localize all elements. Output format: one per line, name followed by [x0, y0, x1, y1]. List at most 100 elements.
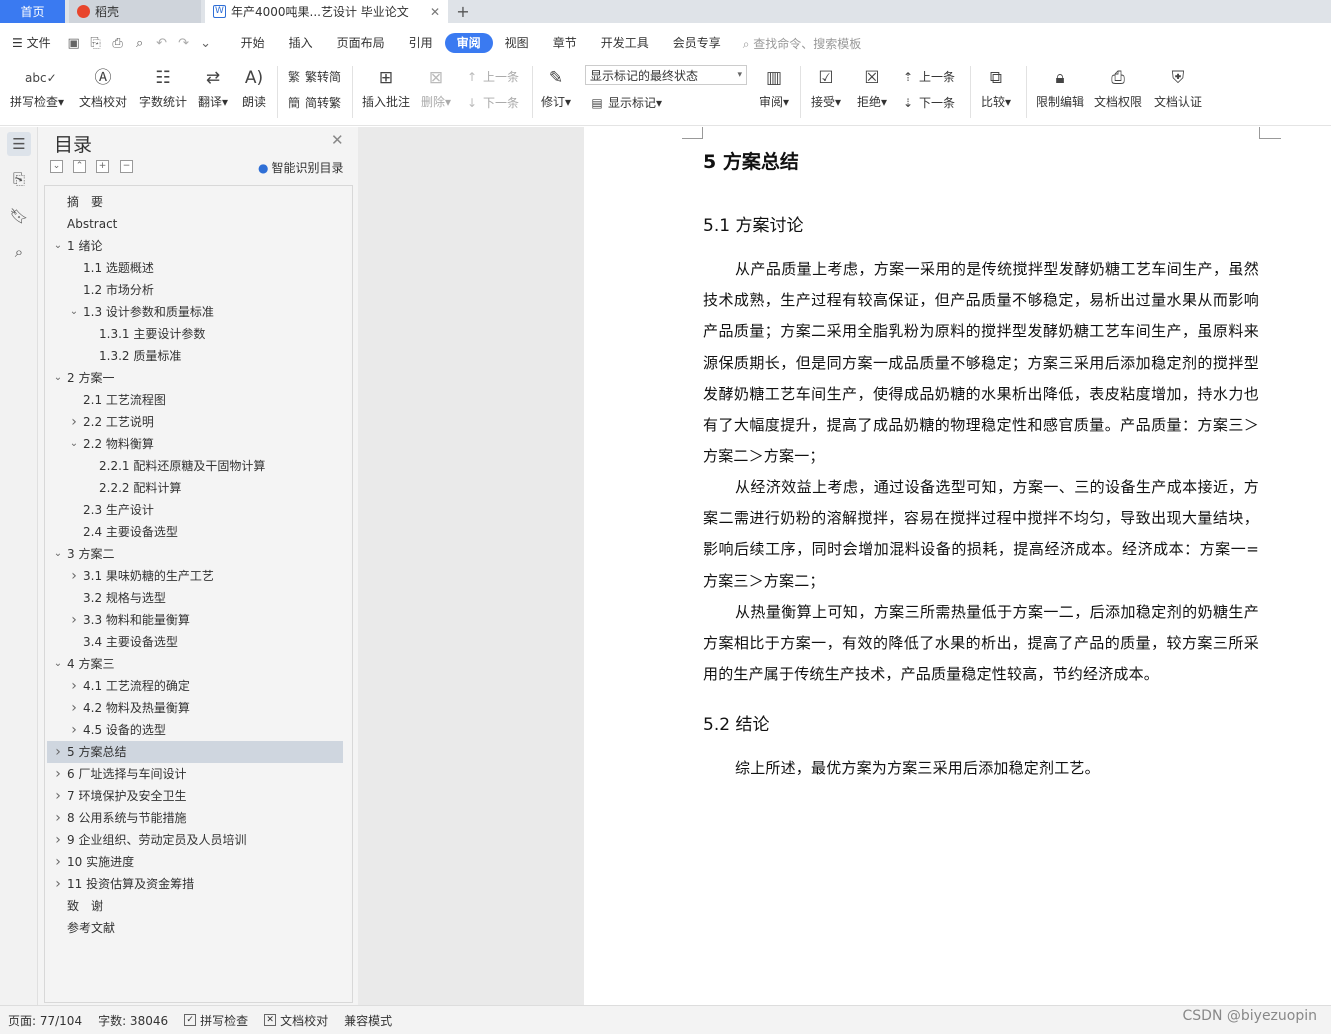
undo-icon[interactable]: ↶: [151, 33, 173, 53]
toc-item[interactable]: › 2.2 工艺说明: [47, 411, 343, 433]
toc-item[interactable]: › 4.2 物料及热量衡算: [47, 697, 343, 719]
menu-tab-view[interactable]: 视图: [493, 33, 541, 53]
chevron-right-icon[interactable]: ›: [68, 719, 80, 741]
menu-tab-member[interactable]: 会员专享: [661, 33, 733, 53]
toc-item[interactable]: 3.2 规格与选型: [47, 587, 343, 609]
review-pane-button[interactable]: ▥ 审阅▾: [756, 66, 792, 110]
toc-item[interactable]: 1.2 市场分析: [47, 279, 343, 301]
chevron-down-icon[interactable]: ⌄: [68, 433, 80, 455]
insert-comment-button[interactable]: ⊞ 插入批注: [360, 66, 412, 110]
tab-daoke[interactable]: 稻壳: [69, 0, 201, 23]
toc-item[interactable]: 1.3.2 质量标准: [47, 345, 343, 367]
menu-tab-developer[interactable]: 开发工具: [589, 33, 661, 53]
chevron-right-icon[interactable]: ›: [68, 609, 80, 631]
toc-item[interactable]: 2.3 生产设计: [47, 499, 343, 521]
toc-item[interactable]: 3.4 主要设备选型: [47, 631, 343, 653]
show-markup-button[interactable]: ▤ 显示标记 ▾: [589, 94, 662, 111]
toc-item[interactable]: › 7 环境保护及安全卫生: [47, 785, 343, 807]
chevron-right-icon[interactable]: ›: [52, 807, 64, 829]
save-icon[interactable]: ▣: [63, 33, 85, 53]
word-count-indicator[interactable]: 字数: 38046: [90, 1012, 176, 1029]
toc-item[interactable]: 2.1 工艺流程图: [47, 389, 343, 411]
document-page[interactable]: 5 方案总结 5.1 方案讨论 从产品质量上考虑，方案一采用的是传统搅拌型发酵奶…: [584, 127, 1331, 1005]
doc-auth-button[interactable]: ⛨ 文档认证: [1150, 66, 1206, 110]
toc-item[interactable]: › 11 投资估算及资金筹措: [47, 873, 343, 895]
toc-item[interactable]: 2.4 主要设备选型: [47, 521, 343, 543]
proofread-button[interactable]: Ⓐ 文档校对: [76, 66, 130, 110]
close-icon[interactable]: ✕: [331, 131, 344, 149]
chevron-right-icon[interactable]: ›: [68, 675, 80, 697]
toc-item[interactable]: ⌄ 4 方案三: [47, 653, 343, 675]
prev-change-button[interactable]: ⇡ 上一条: [900, 68, 955, 85]
command-search[interactable]: ⌕ 查找命令、搜索模板: [743, 35, 862, 52]
toc-nav-icon[interactable]: ☰: [7, 132, 31, 156]
chapter-nav-icon[interactable]: ⎘: [7, 167, 31, 191]
spell-check-status[interactable]: ✓ 拼写检查: [176, 1012, 256, 1029]
track-changes-button[interactable]: ✎ 修订▾: [538, 66, 574, 110]
toc-item[interactable]: Abstract: [47, 213, 343, 235]
chevron-right-icon[interactable]: ›: [52, 763, 64, 785]
restrict-editing-button[interactable]: 🔒︎ 限制编辑: [1034, 66, 1086, 110]
chevron-down-icon[interactable]: ⌄: [52, 235, 64, 257]
menu-tab-layout[interactable]: 页面布局: [325, 33, 397, 53]
markup-mode-select[interactable]: 显示标记的最终状态 ▾: [585, 65, 747, 85]
chevron-right-icon[interactable]: ›: [68, 697, 80, 719]
doc-permission-button[interactable]: ⎙ 文档权限: [1092, 66, 1144, 110]
read-aloud-button[interactable]: A) 朗读: [238, 66, 270, 110]
expand-up-icon[interactable]: ⌃: [73, 160, 86, 173]
toc-item[interactable]: › 4.1 工艺流程的确定: [47, 675, 343, 697]
tab-document[interactable]: W 年产4000吨果...艺设计 毕业论文 ✕: [205, 0, 448, 23]
chevron-right-icon[interactable]: ›: [52, 873, 64, 895]
toc-item[interactable]: 1.3.1 主要设计参数: [47, 323, 343, 345]
toc-item[interactable]: › 9 企业组织、劳动定员及人员培训: [47, 829, 343, 851]
chevron-right-icon[interactable]: ›: [68, 565, 80, 587]
redo-icon[interactable]: ↷: [173, 33, 195, 53]
toc-item[interactable]: ⌄ 2 方案一: [47, 367, 343, 389]
print-preview-icon[interactable]: ⌕: [129, 33, 151, 53]
chevron-down-icon[interactable]: ⌄: [52, 653, 64, 675]
toc-item[interactable]: › 5 方案总结: [47, 741, 343, 763]
prev-comment-button[interactable]: ↑ 上一条: [464, 68, 519, 85]
search-icon[interactable]: ⌕: [7, 240, 31, 264]
toc-item[interactable]: 致 谢: [47, 895, 343, 917]
bookmark-icon[interactable]: 🔖︎: [7, 204, 31, 228]
chevron-down-icon[interactable]: ⌄: [68, 301, 80, 323]
toc-item[interactable]: ⌄ 2.2 物料衡算: [47, 433, 343, 455]
next-comment-button[interactable]: ↓ 下一条: [464, 94, 519, 111]
chevron-down-icon[interactable]: ⌄: [52, 367, 64, 389]
simp-to-trad-button[interactable]: 簡简转繁: [286, 94, 341, 111]
remove-heading-icon[interactable]: −: [120, 160, 133, 173]
chevron-right-icon[interactable]: ›: [52, 851, 64, 873]
toc-item[interactable]: 1.1 选题概述: [47, 257, 343, 279]
toc-item[interactable]: 摘 要: [47, 191, 343, 213]
print-icon[interactable]: ⎙: [107, 33, 129, 53]
chevron-right-icon[interactable]: ›: [52, 785, 64, 807]
toc-item[interactable]: › 3.3 物料和能量衡算: [47, 609, 343, 631]
toc-item[interactable]: ⌄ 1 绪论: [47, 235, 343, 257]
toc-item[interactable]: › 4.5 设备的选型: [47, 719, 343, 741]
toc-item[interactable]: 2.2.1 配料还原糖及干固物计算: [47, 455, 343, 477]
menu-tab-insert[interactable]: 插入: [277, 33, 325, 53]
menu-tab-chapter[interactable]: 章节: [541, 33, 589, 53]
close-tab-icon[interactable]: ✕: [430, 5, 440, 19]
toc-item[interactable]: › 8 公用系统与节能措施: [47, 807, 343, 829]
menu-tab-references[interactable]: 引用: [397, 33, 445, 53]
compare-button[interactable]: ⧉ 比较▾: [978, 66, 1014, 110]
toc-item[interactable]: › 3.1 果味奶糖的生产工艺: [47, 565, 343, 587]
spell-check-button[interactable]: abc✓ 拼写检查▾: [8, 66, 66, 110]
chevron-right-icon[interactable]: ›: [52, 829, 64, 851]
chevron-right-icon[interactable]: ›: [68, 411, 80, 433]
toc-item[interactable]: ⌄ 1.3 设计参数和质量标准: [47, 301, 343, 323]
reject-button[interactable]: ☒ 拒绝▾: [854, 66, 890, 110]
file-menu[interactable]: ☰ 文件: [0, 33, 63, 53]
next-change-button[interactable]: ⇣ 下一条: [900, 94, 955, 111]
delete-comment-button[interactable]: ⊠ 删除▾: [418, 66, 454, 110]
menu-tab-start[interactable]: 开始: [229, 33, 277, 53]
toc-item[interactable]: 2.2.2 配料计算: [47, 477, 343, 499]
word-count-button[interactable]: ☷ 字数统计: [136, 66, 190, 110]
new-tab-button[interactable]: +: [448, 0, 478, 23]
customize-chevron-icon[interactable]: ⌄: [195, 33, 217, 53]
toc-item[interactable]: ⌄ 3 方案二: [47, 543, 343, 565]
export-icon[interactable]: ⎘: [85, 33, 107, 53]
menu-tab-review[interactable]: 审阅: [444, 33, 493, 53]
